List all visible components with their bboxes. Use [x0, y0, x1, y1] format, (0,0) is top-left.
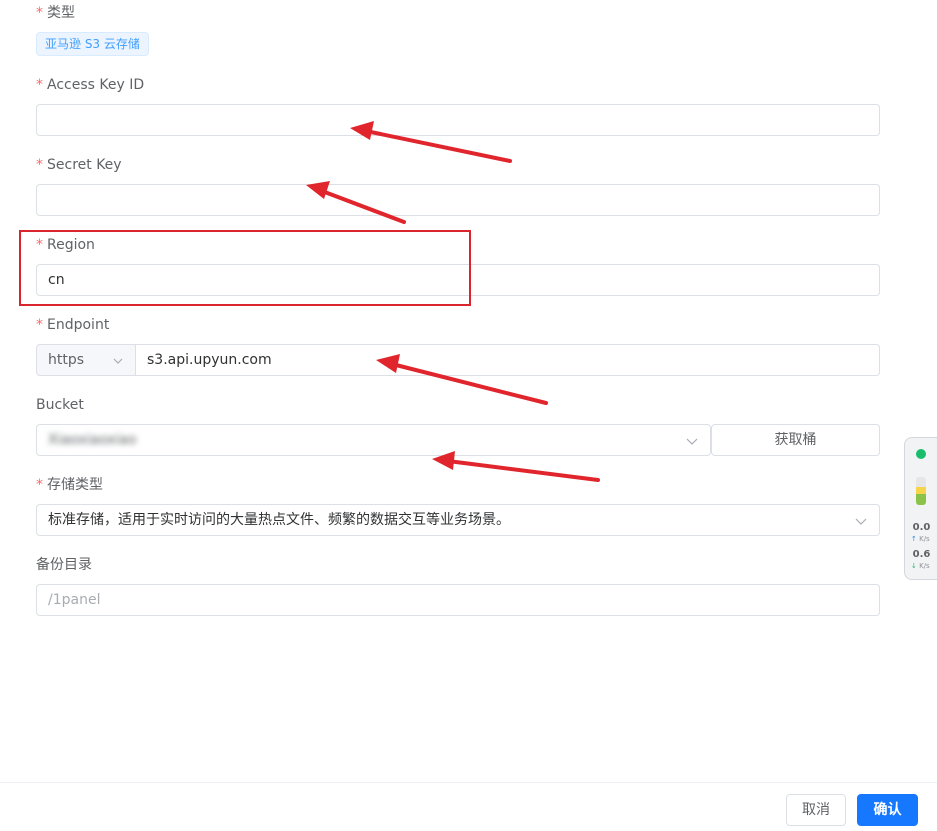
- endpoint-protocol-value: https: [48, 352, 85, 368]
- upload-speed-unit: ↑ K/s: [911, 535, 930, 543]
- fetch-bucket-button[interactable]: 获取桶: [711, 424, 880, 456]
- usage-bar-icon: [916, 477, 926, 505]
- download-speed-unit: ↓ K/s: [911, 562, 930, 570]
- storage-class-value: 标准存储，适用于实时访问的大量热点文件、频繁的数据交互等业务场景。: [48, 512, 510, 528]
- access-key-label: * Access Key ID: [36, 77, 145, 93]
- footer-divider: [0, 782, 937, 783]
- chevron-down-icon: [855, 518, 867, 525]
- type-label: * 类型: [36, 5, 75, 21]
- confirm-button[interactable]: 确认: [857, 794, 918, 826]
- storage-type-tag: 亚马逊 S3 云存储: [36, 32, 149, 56]
- upload-speed-value: 0.0: [912, 522, 931, 533]
- arrow-down-icon: ↓: [911, 562, 917, 570]
- secret-key-label: * Secret Key: [36, 157, 122, 173]
- backup-dir-input[interactable]: /1panel: [36, 584, 880, 616]
- status-dot-icon: [916, 449, 926, 459]
- bucket-value: Xiaoxiaoxiao: [48, 432, 137, 448]
- endpoint-label: * Endpoint: [36, 317, 110, 333]
- secret-key-input[interactable]: [36, 184, 880, 216]
- chevron-down-icon: [113, 358, 123, 364]
- arrow-bucket: [446, 459, 600, 482]
- endpoint-input[interactable]: s3.api.upyun.com: [135, 344, 880, 376]
- backup-dir-label: 备份目录: [36, 557, 92, 573]
- cancel-button[interactable]: 取消: [786, 794, 846, 826]
- storage-class-label: * 存储类型: [36, 477, 103, 493]
- chevron-down-icon: [686, 438, 698, 445]
- access-key-input[interactable]: [36, 104, 880, 136]
- backup-dir-placeholder: /1panel: [48, 592, 101, 608]
- bucket-label: Bucket: [36, 397, 84, 413]
- endpoint-protocol-select[interactable]: https: [36, 344, 136, 376]
- arrow-up-icon: ↑: [911, 535, 917, 543]
- bucket-select[interactable]: Xiaoxiaoxiao: [36, 424, 711, 456]
- storage-class-select[interactable]: 标准存储，适用于实时访问的大量热点文件、频繁的数据交互等业务场景。: [36, 504, 880, 536]
- network-speed-widget[interactable]: 0.0 ↑ K/s 0.6 ↓ K/s: [904, 437, 937, 580]
- download-speed-value: 0.6: [912, 549, 931, 560]
- region-highlight-box: [19, 230, 471, 306]
